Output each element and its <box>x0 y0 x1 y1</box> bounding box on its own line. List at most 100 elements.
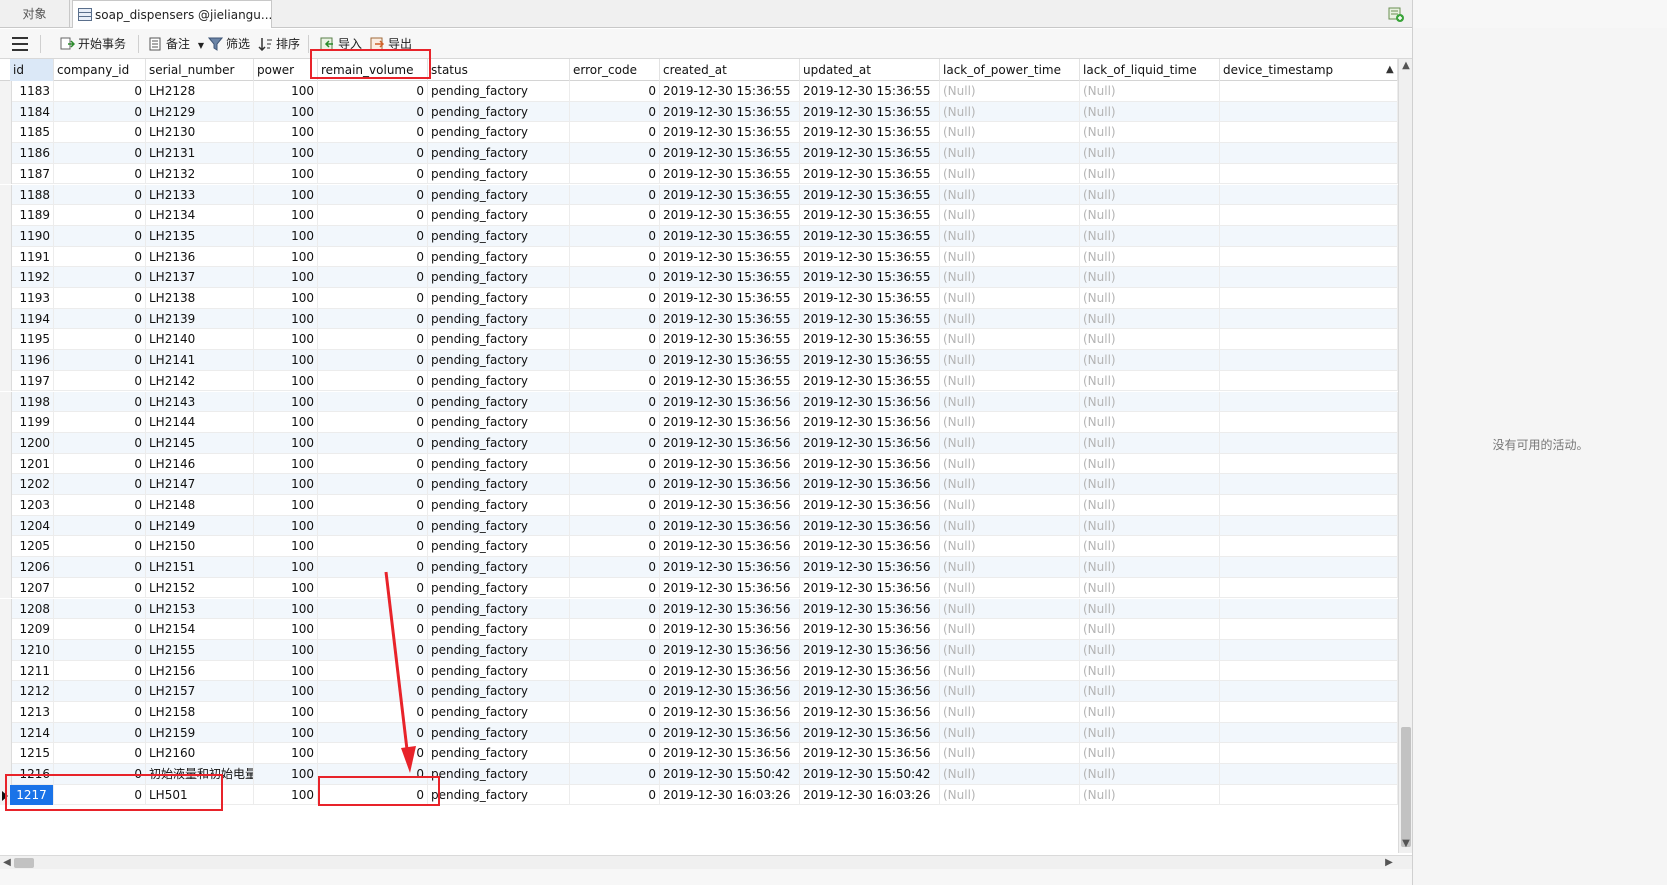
cell-lack-of-power-time[interactable]: (Null) <box>940 267 1080 288</box>
tab-objects[interactable]: 对象 <box>0 0 70 28</box>
cell-serial-number[interactable]: LH2139 <box>146 308 254 330</box>
cell-updated-at[interactable]: 2019-12-30 15:36:56 <box>800 577 940 599</box>
cell-device-timestamp[interactable] <box>1220 81 1398 102</box>
cell-updated-at[interactable]: 2019-12-30 15:36:56 <box>800 536 940 558</box>
cell-device-timestamp[interactable] <box>1220 288 1398 309</box>
cell-serial-number[interactable]: LH2146 <box>146 453 254 475</box>
cell-error-code[interactable]: 0 <box>570 722 660 744</box>
cell-lack-of-power-time[interactable]: (Null) <box>940 495 1080 516</box>
cell-created-at[interactable]: 2019-12-30 15:36:56 <box>660 391 800 413</box>
cell-power[interactable]: 100 <box>254 267 318 288</box>
scroll-down-icon[interactable]: ▼ <box>1401 839 1411 849</box>
cell-created-at[interactable]: 2019-12-30 15:36:56 <box>660 743 800 765</box>
cell-status[interactable]: pending_factory <box>428 308 570 330</box>
cell-lack-of-liquid-time[interactable]: (Null) <box>1080 495 1220 516</box>
cell-serial-number[interactable]: LH2131 <box>146 143 254 164</box>
cell-status[interactable]: pending_factory <box>428 536 570 558</box>
cell-company-id[interactable]: 0 <box>54 267 146 288</box>
cell-error-code[interactable]: 0 <box>570 639 660 661</box>
cell-remain-volume[interactable]: 0 <box>318 205 428 226</box>
cell-status[interactable]: pending_factory <box>428 722 570 744</box>
cell-power[interactable]: 100 <box>254 495 318 516</box>
cell-lack-of-power-time[interactable]: (Null) <box>940 784 1080 806</box>
cell-serial-number[interactable]: LH2151 <box>146 557 254 578</box>
cell-id[interactable]: 1208 <box>10 598 54 620</box>
cell-id[interactable]: 1187 <box>10 163 54 185</box>
cell-status[interactable]: pending_factory <box>428 660 570 682</box>
cell-serial-number[interactable]: LH2135 <box>146 225 254 247</box>
cell-company-id[interactable]: 0 <box>54 432 146 454</box>
cell-serial-number[interactable]: LH2154 <box>146 619 254 640</box>
table-row[interactable]: 1186 0 LH2131 100 0 pending_factory 0 2019-12-3… <box>0 143 1398 164</box>
cell-remain-volume[interactable]: 0 <box>318 619 428 640</box>
cell-company-id[interactable]: 0 <box>54 163 146 185</box>
cell-error-code[interactable]: 0 <box>570 743 660 765</box>
cell-lack-of-power-time[interactable]: (Null) <box>940 536 1080 558</box>
cell-id[interactable]: 1216 <box>10 764 54 785</box>
cell-remain-volume[interactable]: 0 <box>318 225 428 247</box>
cell-company-id[interactable]: 0 <box>54 722 146 744</box>
cell-device-timestamp[interactable] <box>1220 681 1398 702</box>
cell-device-timestamp[interactable] <box>1220 784 1398 806</box>
cell-remain-volume[interactable]: 0 <box>318 246 428 268</box>
column-header-error-code[interactable]: error_code <box>570 59 660 81</box>
cell-id[interactable]: 1195 <box>10 329 54 351</box>
table-row[interactable]: 1190 0 LH2135 100 0 pending_factory 0 2019-12-3… <box>0 225 1398 247</box>
cell-company-id[interactable]: 0 <box>54 246 146 268</box>
table-row[interactable]: 1191 0 LH2136 100 0 pending_factory 0 2019-12-3… <box>0 246 1398 268</box>
cell-power[interactable]: 100 <box>254 412 318 433</box>
cell-company-id[interactable]: 0 <box>54 205 146 226</box>
cell-power[interactable]: 100 <box>254 722 318 744</box>
cell-error-code[interactable]: 0 <box>570 495 660 516</box>
cell-serial-number[interactable]: LH2136 <box>146 246 254 268</box>
cell-updated-at[interactable]: 2019-12-30 15:36:55 <box>800 329 940 351</box>
cell-lack-of-liquid-time[interactable]: (Null) <box>1080 246 1220 268</box>
cell-created-at[interactable]: 2019-12-30 15:36:55 <box>660 288 800 309</box>
memo-button[interactable]: 备注 ▼ <box>146 33 204 55</box>
cell-status[interactable]: pending_factory <box>428 288 570 309</box>
cell-company-id[interactable]: 0 <box>54 143 146 164</box>
cell-power[interactable]: 100 <box>254 598 318 620</box>
cell-created-at[interactable]: 2019-12-30 15:36:56 <box>660 536 800 558</box>
cell-id[interactable]: 1207 <box>10 577 54 599</box>
cell-lack-of-liquid-time[interactable]: (Null) <box>1080 288 1220 309</box>
cell-status[interactable]: pending_factory <box>428 246 570 268</box>
cell-power[interactable]: 100 <box>254 350 318 371</box>
table-row[interactable]: 1213 0 LH2158 100 0 pending_factory 0 2019-12-3… <box>0 702 1398 723</box>
cell-lack-of-liquid-time[interactable]: (Null) <box>1080 329 1220 351</box>
cell-company-id[interactable]: 0 <box>54 515 146 537</box>
cell-lack-of-liquid-time[interactable]: (Null) <box>1080 412 1220 433</box>
cell-lack-of-power-time[interactable]: (Null) <box>940 764 1080 785</box>
cell-lack-of-liquid-time[interactable]: (Null) <box>1080 432 1220 454</box>
cell-remain-volume[interactable]: 0 <box>318 660 428 682</box>
cell-lack-of-power-time[interactable]: (Null) <box>940 101 1080 123</box>
cell-serial-number[interactable]: LH2155 <box>146 639 254 661</box>
cell-device-timestamp[interactable] <box>1220 536 1398 558</box>
cell-device-timestamp[interactable] <box>1220 350 1398 371</box>
cell-serial-number[interactable]: LH2128 <box>146 81 254 102</box>
scroll-right-icon[interactable]: ▶ <box>1384 858 1394 868</box>
cell-company-id[interactable]: 0 <box>54 681 146 702</box>
cell-status[interactable]: pending_factory <box>428 764 570 785</box>
cell-created-at[interactable]: 2019-12-30 15:36:55 <box>660 225 800 247</box>
cell-lack-of-liquid-time[interactable]: (Null) <box>1080 122 1220 144</box>
cell-company-id[interactable]: 0 <box>54 288 146 309</box>
vertical-scrollbar[interactable]: ▲ ▼ <box>1398 59 1412 853</box>
cell-lack-of-liquid-time[interactable]: (Null) <box>1080 577 1220 599</box>
cell-serial-number[interactable]: LH2156 <box>146 660 254 682</box>
cell-lack-of-power-time[interactable]: (Null) <box>940 350 1080 371</box>
cell-id[interactable]: 1215 <box>10 743 54 765</box>
cell-id[interactable]: 1192 <box>10 267 54 288</box>
table-row[interactable]: 1183 0 LH2128 100 0 pending_factory 0 2019-12-3… <box>0 81 1398 102</box>
cell-id[interactable]: 1191 <box>10 246 54 268</box>
cell-error-code[interactable]: 0 <box>570 515 660 537</box>
cell-error-code[interactable]: 0 <box>570 81 660 102</box>
new-query-icon[interactable] <box>1388 6 1404 22</box>
cell-id[interactable]: 1213 <box>10 702 54 723</box>
cell-lack-of-power-time[interactable]: (Null) <box>940 432 1080 454</box>
cell-error-code[interactable]: 0 <box>570 267 660 288</box>
cell-device-timestamp[interactable] <box>1220 432 1398 454</box>
cell-id[interactable]: 1206 <box>10 557 54 578</box>
cell-updated-at[interactable]: 2019-12-30 15:36:56 <box>800 412 940 433</box>
cell-updated-at[interactable]: 2019-12-30 15:36:55 <box>800 246 940 268</box>
